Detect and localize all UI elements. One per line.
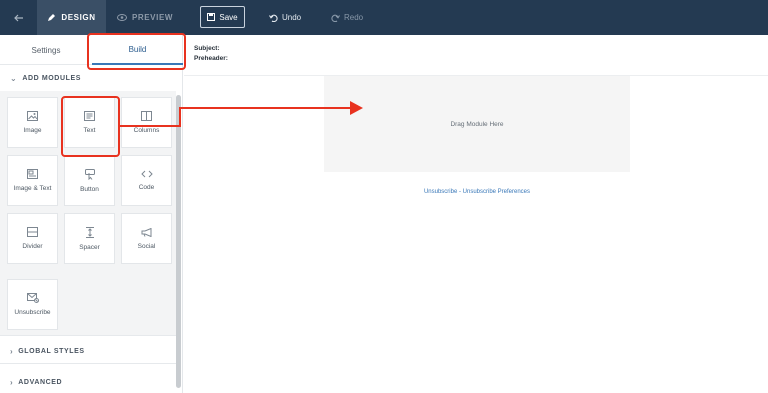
global-styles-label: GLOBAL STYLES [18, 347, 85, 355]
annotation-highlight-text [61, 96, 120, 157]
sidebar: Settings Build ⌄ ADD MODULES Image Text … [0, 35, 183, 393]
module-image-text[interactable]: Image & Text [7, 155, 58, 206]
megaphone-icon [141, 227, 151, 237]
module-label: Divider [22, 243, 43, 250]
eye-icon [116, 14, 127, 21]
chevron-down-icon: ⌄ [10, 73, 18, 83]
unsubscribe-icon [26, 293, 39, 303]
chevron-right-icon: › [10, 346, 14, 356]
advanced-label: ADVANCED [18, 378, 63, 386]
sidebar-scrollbar[interactable] [176, 95, 181, 388]
email-meta: Subject: Preheader: [194, 44, 228, 64]
spacer-icon [85, 226, 94, 238]
save-button[interactable]: Save [200, 6, 245, 28]
global-styles-header[interactable]: › GLOBAL STYLES [0, 340, 176, 362]
drop-zone-text: Drag Module Here [450, 120, 504, 128]
subject-label: Subject: [194, 45, 220, 52]
module-spacer[interactable]: Spacer [64, 213, 115, 264]
top-toolbar: DESIGN PREVIEW Save Undo Redo [0, 0, 768, 35]
email-editor: DESIGN PREVIEW Save Undo Redo Settings B… [0, 0, 768, 393]
main-canvas-area: Subject: Preheader: Drag Module Here Uns… [184, 35, 768, 393]
module-label: Social [137, 242, 156, 250]
module-label: Columns [133, 127, 160, 134]
redo-button[interactable]: Redo [331, 0, 363, 35]
section-divider [0, 363, 176, 364]
redo-icon [331, 14, 340, 22]
module-label: Code [138, 184, 155, 191]
tab-design-label: DESIGN [61, 13, 96, 22]
tab-settings[interactable]: Settings [0, 35, 92, 65]
module-label: Button [80, 185, 99, 193]
advanced-header[interactable]: › ADVANCED [0, 371, 176, 393]
chevron-right-icon: › [10, 377, 14, 387]
pencil-icon [48, 14, 56, 21]
module-label: Image [23, 127, 42, 134]
module-label: Spacer [79, 243, 100, 251]
button-pointer-icon [84, 168, 95, 180]
add-modules-label: ADD MODULES [22, 74, 82, 82]
tab-design[interactable]: DESIGN [37, 0, 106, 35]
image-icon [27, 111, 38, 121]
module-label: Image & Text [13, 185, 52, 192]
module-label: Unsubscribe [14, 309, 51, 316]
footer-links: Unsubscribe - Unsubscribe Preferences [324, 189, 630, 195]
module-button[interactable]: Button [64, 155, 115, 206]
tab-preview[interactable]: PREVIEW [110, 0, 180, 35]
module-unsubscribe[interactable]: Unsubscribe [7, 279, 58, 330]
unsubscribe-link[interactable]: Unsubscribe [424, 189, 457, 195]
section-divider [0, 335, 176, 336]
module-columns[interactable]: Columns [121, 97, 172, 148]
module-divider[interactable]: Divider [7, 213, 58, 264]
annotation-highlight-build [87, 33, 186, 70]
tab-preview-label: PREVIEW [131, 13, 174, 22]
add-modules-header[interactable]: ⌄ ADD MODULES [0, 67, 176, 89]
unsubscribe-preferences-link[interactable]: Unsubscribe Preferences [463, 189, 530, 195]
tab-settings-label: Settings [31, 45, 61, 55]
drop-zone[interactable]: Drag Module Here [324, 76, 630, 172]
columns-icon [141, 111, 152, 121]
code-icon [140, 170, 153, 178]
module-code[interactable]: Code [121, 155, 172, 206]
save-icon [207, 13, 216, 21]
image-text-icon [27, 169, 38, 179]
undo-icon [269, 14, 278, 22]
save-label: Save [219, 12, 238, 22]
redo-label: Redo [344, 13, 364, 22]
arrow-left-icon [13, 14, 23, 21]
module-image[interactable]: Image [7, 97, 58, 148]
undo-button[interactable]: Undo [269, 0, 301, 35]
back-button[interactable] [0, 0, 37, 35]
preheader-label: Preheader: [194, 55, 228, 62]
divider-icon [27, 227, 38, 237]
undo-label: Undo [282, 13, 302, 22]
module-social[interactable]: Social [121, 213, 172, 264]
